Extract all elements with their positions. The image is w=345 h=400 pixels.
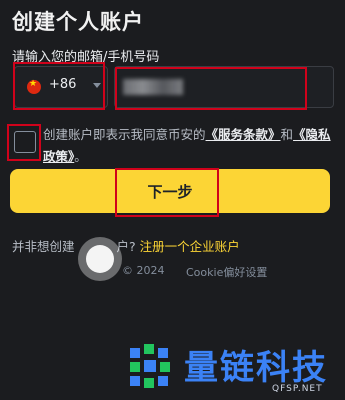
watermark: 量链科技 QFSP.NET (120, 338, 345, 400)
agreement-end: 。 (74, 149, 87, 164)
cookie-settings-link[interactable]: Cookie偏好设置 (186, 264, 267, 280)
highlight-checkbox (7, 124, 41, 161)
assistive-touch-inner (86, 245, 114, 273)
page-title: 创建个人账户 (12, 10, 144, 34)
agreement-prefix: 创建账户即表示我同意币安的 (43, 127, 206, 142)
watermark-url: QFSP.NET (272, 384, 323, 394)
watermark-logo-icon (130, 344, 170, 388)
corp-prefix: 并非想创建 (12, 239, 75, 254)
corporate-signup-link[interactable]: 注册一个企业账户 (140, 239, 240, 254)
agreement-text: 创建账户即表示我同意币安的《服务条款》和《隐私政策》。 (43, 124, 333, 168)
highlight-phone-input (115, 67, 307, 110)
assistive-touch-button[interactable] (78, 237, 122, 281)
agreement-and: 和 (280, 127, 294, 142)
copyright: © 2024 (122, 264, 165, 277)
corporate-account-prompt: 并非想创建 户? 注册一个企业账户 (12, 236, 240, 255)
watermark-brand: 量链科技 (184, 348, 328, 388)
highlight-next-button (115, 168, 219, 217)
terms-link[interactable]: 《服务条款》 (206, 127, 281, 142)
highlight-country-code (13, 62, 105, 110)
